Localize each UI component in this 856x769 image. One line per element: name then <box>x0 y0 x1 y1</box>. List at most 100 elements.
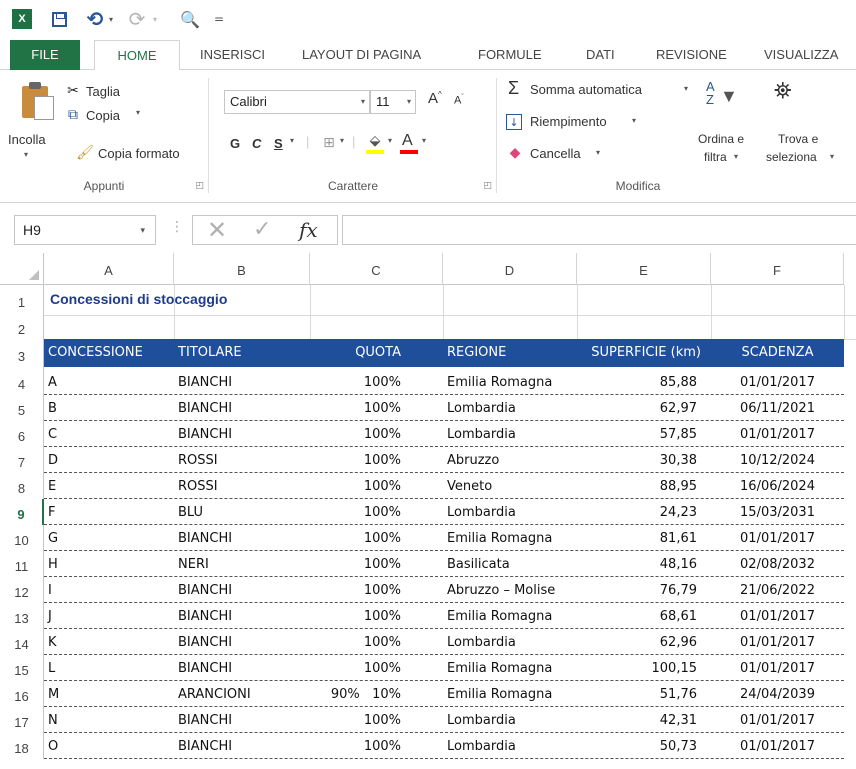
find-select-label-2[interactable]: seleziona <box>766 150 817 164</box>
shrink-font-icon[interactable]: Aˇ <box>454 94 464 107</box>
table-cell[interactable]: 100% <box>310 739 443 754</box>
cancel-icon[interactable]: ✕ <box>207 216 227 244</box>
sort-filter-label-1[interactable]: Ordina e <box>698 132 744 146</box>
row-header[interactable]: 14 <box>0 629 44 655</box>
borders-icon[interactable]: ⊞ <box>320 134 338 152</box>
tab-file[interactable]: FILE <box>10 40 80 70</box>
copy-button[interactable]: Copia <box>86 108 120 123</box>
table-cell[interactable]: 16/06/2024 <box>711 479 844 494</box>
fill-down-icon[interactable]: ↓ <box>506 114 522 130</box>
row-header[interactable]: 7 <box>0 447 44 473</box>
column-header-f[interactable]: F <box>711 253 844 285</box>
row-header[interactable]: 16 <box>0 681 44 707</box>
fill-button[interactable]: Riempimento <box>530 114 607 129</box>
table-cell[interactable]: Lombardia <box>443 505 577 520</box>
table-cell[interactable]: E <box>44 479 174 494</box>
table-header-cell[interactable]: REGIONE <box>443 345 577 360</box>
table-cell[interactable]: Emilia Romagna <box>443 687 577 702</box>
table-cell[interactable]: Emilia Romagna <box>443 375 577 390</box>
table-cell[interactable]: 68,61 <box>577 609 711 624</box>
row-header[interactable]: 17 <box>0 707 44 733</box>
row-header[interactable]: 4 <box>0 369 44 395</box>
autosum-button[interactable]: Somma automatica <box>530 82 642 97</box>
table-cell[interactable]: ROSSI <box>174 453 310 468</box>
sigma-icon[interactable]: Σ <box>508 78 519 99</box>
scissors-icon[interactable]: ✂ <box>64 82 82 100</box>
font-color-icon[interactable]: A <box>402 132 413 150</box>
table-cell[interactable]: 24,23 <box>577 505 711 520</box>
font-size-combo[interactable]: 11 ▾ <box>370 90 416 114</box>
italic-button[interactable]: C <box>252 136 261 151</box>
clear-dropdown-icon[interactable]: ▾ <box>596 148 600 157</box>
row-header[interactable]: 13 <box>0 603 44 629</box>
table-cell[interactable]: Lombardia <box>443 739 577 754</box>
table-cell[interactable]: A <box>44 375 174 390</box>
table-cell[interactable]: Lombardia <box>443 401 577 416</box>
funnel-icon[interactable]: ▼ <box>720 86 738 107</box>
table-cell[interactable]: ROSSI <box>174 479 310 494</box>
table-cell[interactable]: 15/03/2031 <box>711 505 844 520</box>
table-cell[interactable]: Emilia Romagna <box>443 661 577 676</box>
table-cell[interactable]: 100% <box>310 505 443 520</box>
table-cell[interactable]: 01/01/2017 <box>711 609 844 624</box>
print-preview-icon[interactable]: 🔍 <box>180 9 200 29</box>
table-cell[interactable]: 01/01/2017 <box>711 661 844 676</box>
column-header-b[interactable]: B <box>174 253 310 285</box>
column-header-d[interactable]: D <box>443 253 577 285</box>
table-cell[interactable]: 100% <box>310 401 443 416</box>
table-cell[interactable]: 85,88 <box>577 375 711 390</box>
table-header-cell[interactable]: CONCESSIONE <box>44 345 174 360</box>
paste-button-label[interactable]: Incolla <box>8 132 46 147</box>
row-header[interactable]: 3 <box>0 339 44 369</box>
sort-filter-dropdown-icon[interactable]: ▾ <box>734 152 738 161</box>
row-header[interactable]: 15 <box>0 655 44 681</box>
sort-filter-label-2[interactable]: filtra <box>704 150 727 164</box>
font-launcher-icon[interactable]: ◰ <box>483 181 492 191</box>
table-cell[interactable]: 57,85 <box>577 427 711 442</box>
table-cell[interactable]: J <box>44 609 174 624</box>
font-name-combo[interactable]: Calibri ▾ <box>224 90 370 114</box>
table-cell[interactable]: I <box>44 583 174 598</box>
table-cell[interactable]: G <box>44 531 174 546</box>
table-cell[interactable]: 100% <box>310 661 443 676</box>
table-cell[interactable]: 01/01/2017 <box>711 739 844 754</box>
table-cell[interactable]: 01/01/2017 <box>711 427 844 442</box>
table-header-cell[interactable]: QUOTA <box>310 345 443 360</box>
table-cell[interactable]: BIANCHI <box>174 609 310 624</box>
sheet-title-cell[interactable]: Concessioni di stoccaggio <box>50 291 227 307</box>
fill-dropdown-icon[interactable]: ▾ <box>632 116 636 125</box>
undo-dropdown-icon[interactable]: ▾ <box>106 9 116 29</box>
table-cell[interactable]: F <box>44 505 174 520</box>
row-header[interactable]: 9 <box>0 499 44 525</box>
table-cell[interactable]: B <box>44 401 174 416</box>
table-cell[interactable]: BIANCHI <box>174 427 310 442</box>
redo-icon[interactable]: ⟳ <box>126 7 148 31</box>
table-cell[interactable]: 01/01/2017 <box>711 713 844 728</box>
table-cell[interactable]: Emilia Romagna <box>443 531 577 546</box>
tab-formule[interactable]: FORMULE <box>478 40 542 70</box>
table-cell[interactable]: 62,96 <box>577 635 711 650</box>
column-header-c[interactable]: C <box>310 253 443 285</box>
find-select-label-1[interactable]: Trova e <box>778 132 818 146</box>
copy-dropdown-icon[interactable]: ▾ <box>136 108 140 117</box>
table-cell[interactable]: Emilia Romagna <box>443 609 577 624</box>
table-cell[interactable]: BLU <box>174 505 310 520</box>
table-cell[interactable]: 100% <box>310 531 443 546</box>
format-painter-icon[interactable]: 🖌 <box>76 144 94 162</box>
table-cell[interactable]: C <box>44 427 174 442</box>
table-cell[interactable]: BIANCHI <box>174 739 310 754</box>
fill-color-icon[interactable]: ⬙ <box>366 132 384 150</box>
table-cell[interactable]: 10/12/2024 <box>711 453 844 468</box>
customize-qat-icon[interactable]: = <box>212 9 226 29</box>
table-cell[interactable]: 90% 10% <box>310 687 443 702</box>
table-cell[interactable]: 24/04/2039 <box>711 687 844 702</box>
row-header[interactable]: 2 <box>0 315 44 339</box>
table-cell[interactable]: 62,97 <box>577 401 711 416</box>
table-cell[interactable]: BIANCHI <box>174 661 310 676</box>
table-cell[interactable]: 76,79 <box>577 583 711 598</box>
table-cell[interactable]: K <box>44 635 174 650</box>
row-header[interactable]: 18 <box>0 733 44 759</box>
binoculars-icon[interactable]: ⛯ <box>774 78 792 104</box>
table-cell[interactable]: 100% <box>310 375 443 390</box>
table-cell[interactable]: O <box>44 739 174 754</box>
